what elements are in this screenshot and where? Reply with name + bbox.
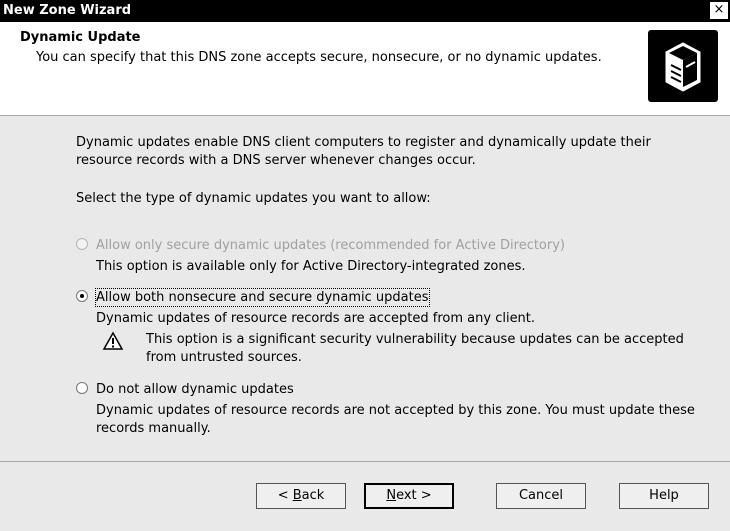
- nonsecure-and-secure-radio[interactable]: [76, 290, 88, 302]
- secure-only-radio: [76, 238, 88, 250]
- no-updates-description: Dynamic updates of resource records are …: [96, 403, 695, 436]
- dns-server-icon: [648, 30, 718, 102]
- next-button-accesskey: N: [386, 488, 397, 503]
- back-button-accesskey: B: [292, 488, 302, 503]
- wizard-window: New Zone Wizard × Dynamic Update You can…: [0, 0, 730, 531]
- page-subtitle: You can specify that this DNS zone accep…: [36, 50, 602, 65]
- warning-triangle-icon: [102, 331, 124, 351]
- nonsecure-and-secure-description: Dynamic updates of resource records are …: [96, 311, 536, 326]
- page-title: Dynamic Update: [20, 30, 141, 45]
- wizard-header: Dynamic Update You can specify that this…: [0, 22, 730, 116]
- window-title: New Zone Wizard: [3, 3, 132, 18]
- secure-only-label: Allow only secure dynamic updates (recom…: [96, 238, 565, 253]
- next-button[interactable]: Next >: [364, 483, 454, 509]
- back-button[interactable]: < Back: [256, 483, 346, 509]
- secure-only-description: This option is available only for Active…: [96, 259, 526, 274]
- security-warning-text: This option is a significant security vu…: [146, 332, 684, 365]
- no-updates-label[interactable]: Do not allow dynamic updates: [96, 381, 294, 398]
- close-icon[interactable]: ×: [710, 2, 728, 19]
- prompt-text: Select the type of dynamic updates you w…: [76, 191, 431, 206]
- help-button[interactable]: Help: [619, 483, 709, 509]
- cancel-button[interactable]: Cancel: [496, 483, 586, 509]
- wizard-body: Dynamic updates enable DNS client comput…: [0, 116, 730, 461]
- next-button-label: ext >: [396, 488, 432, 503]
- title-bar[interactable]: New Zone Wizard ×: [0, 0, 730, 22]
- nonsecure-and-secure-label[interactable]: Allow both nonsecure and secure dynamic …: [95, 288, 430, 307]
- back-button-label: ack: [301, 488, 325, 503]
- wizard-footer: < Back Next > Cancel Help: [0, 461, 730, 531]
- back-button-prefix: <: [277, 488, 293, 503]
- no-updates-radio[interactable]: [76, 382, 88, 394]
- intro-text: Dynamic updates enable DNS client comput…: [76, 135, 651, 168]
